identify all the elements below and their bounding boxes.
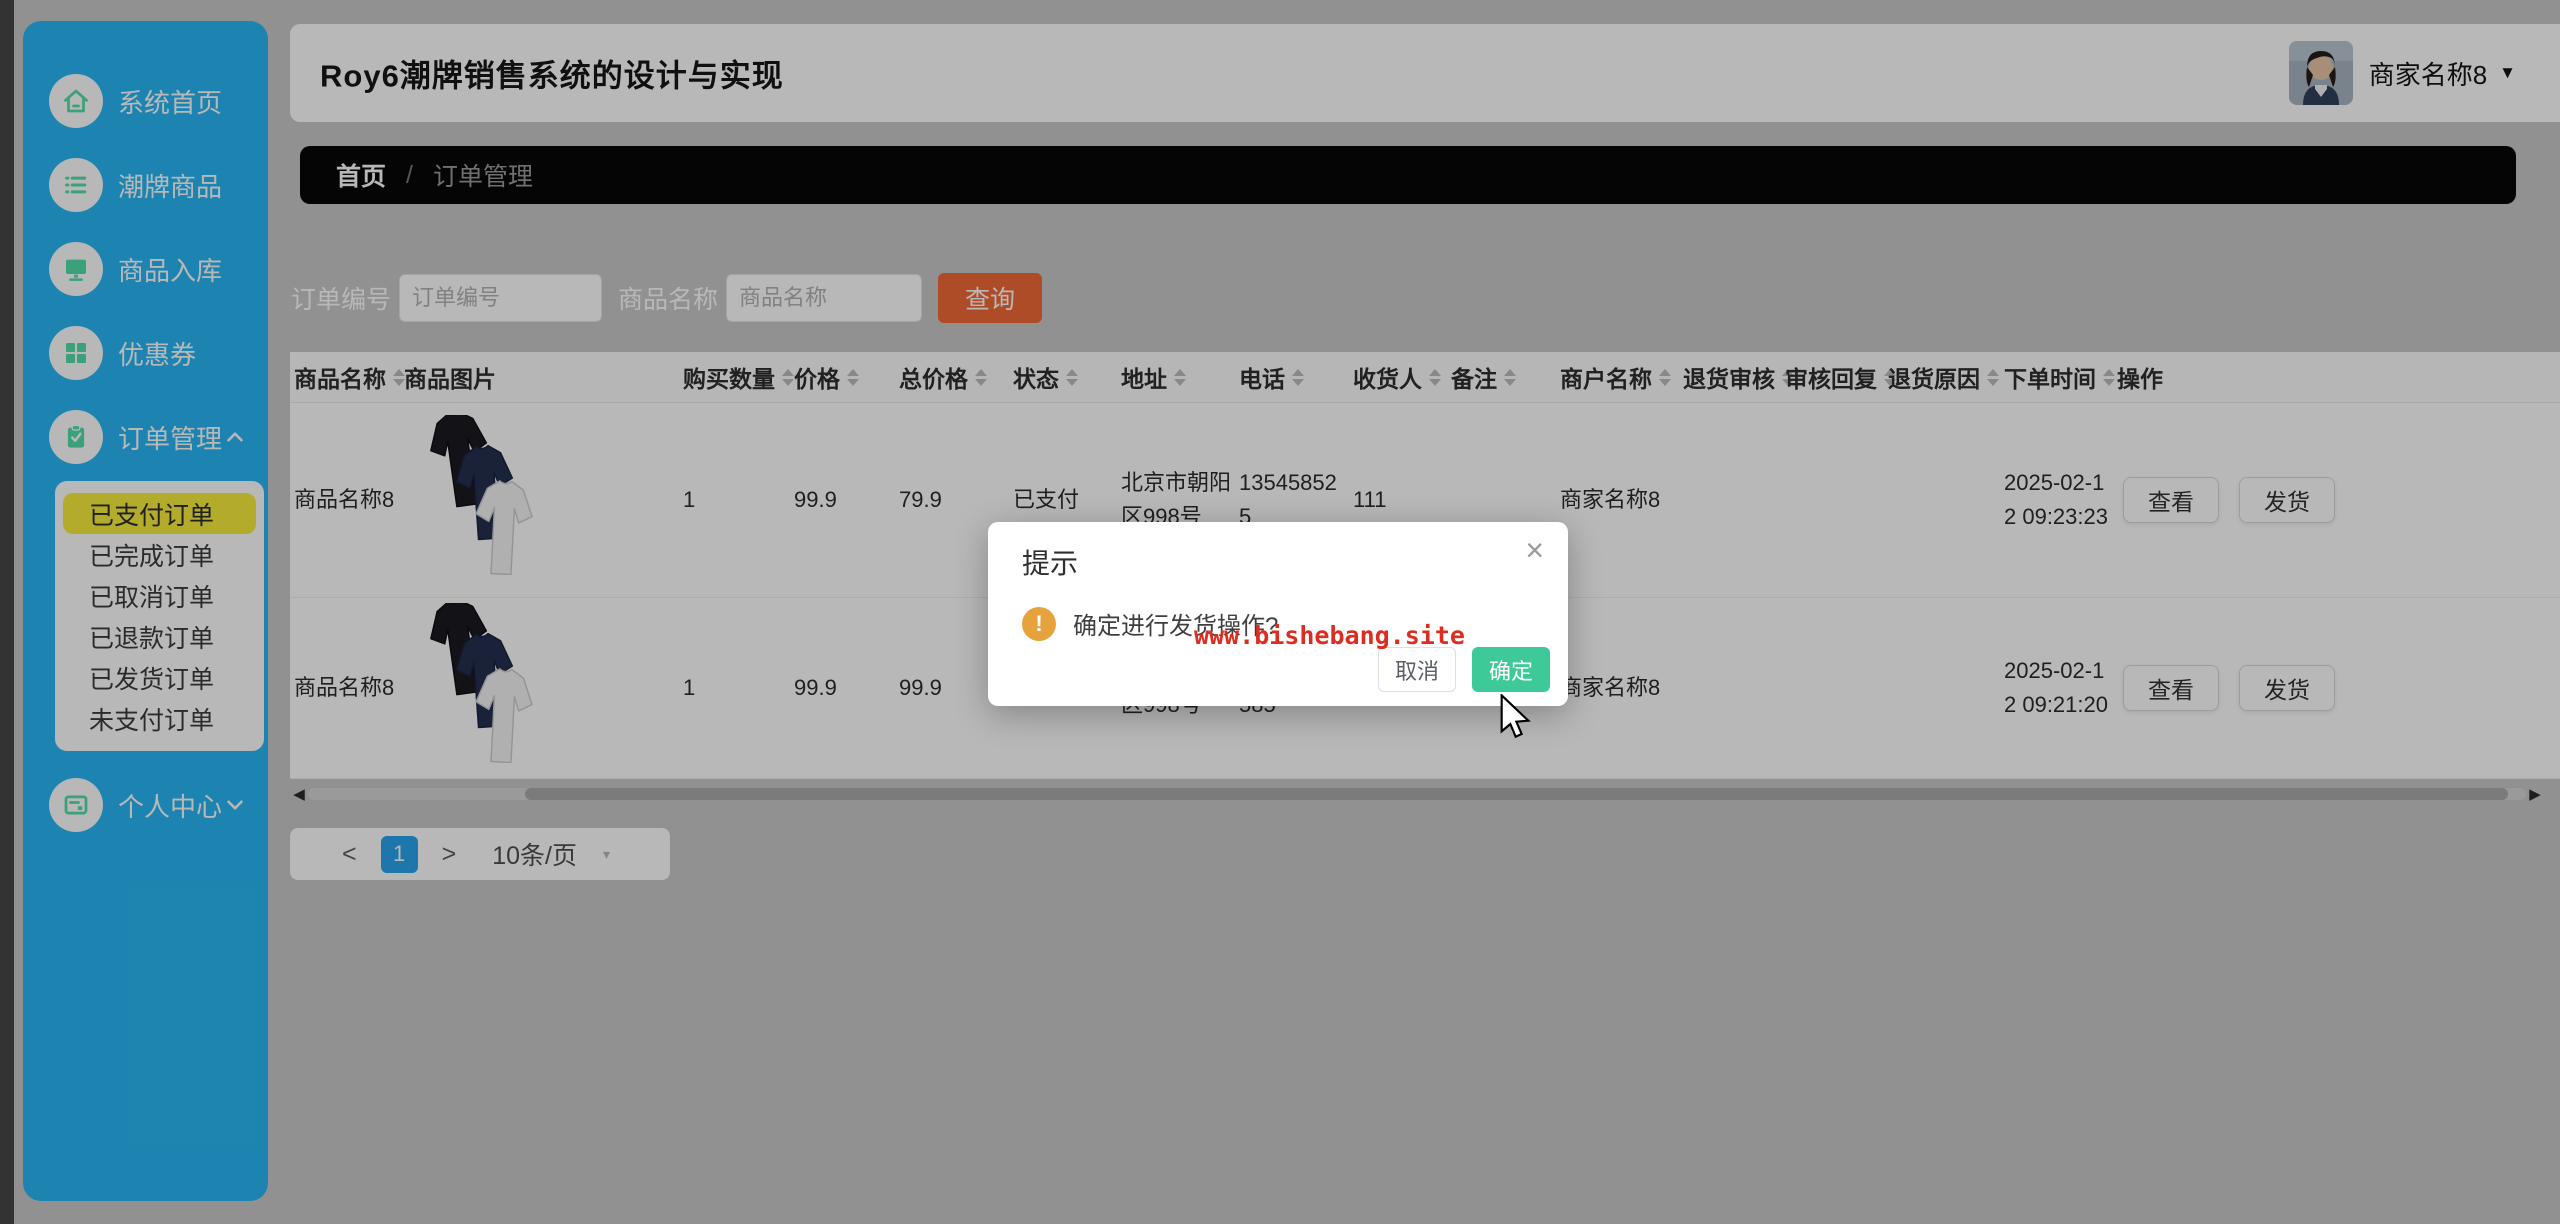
- warning-icon: !: [1022, 607, 1056, 641]
- close-icon[interactable]: ×: [1525, 534, 1544, 566]
- confirm-button[interactable]: 确定: [1472, 647, 1550, 692]
- watermark-text: www.bishebang.site: [1194, 621, 1465, 650]
- dialog-footer: 取消 确定: [1378, 647, 1550, 692]
- dialog-title: 提示: [1022, 542, 1078, 582]
- cancel-button[interactable]: 取消: [1378, 647, 1456, 692]
- confirm-dialog: 提示 × ! 确定进行发货操作? www.bishebang.site 取消 确…: [988, 522, 1568, 706]
